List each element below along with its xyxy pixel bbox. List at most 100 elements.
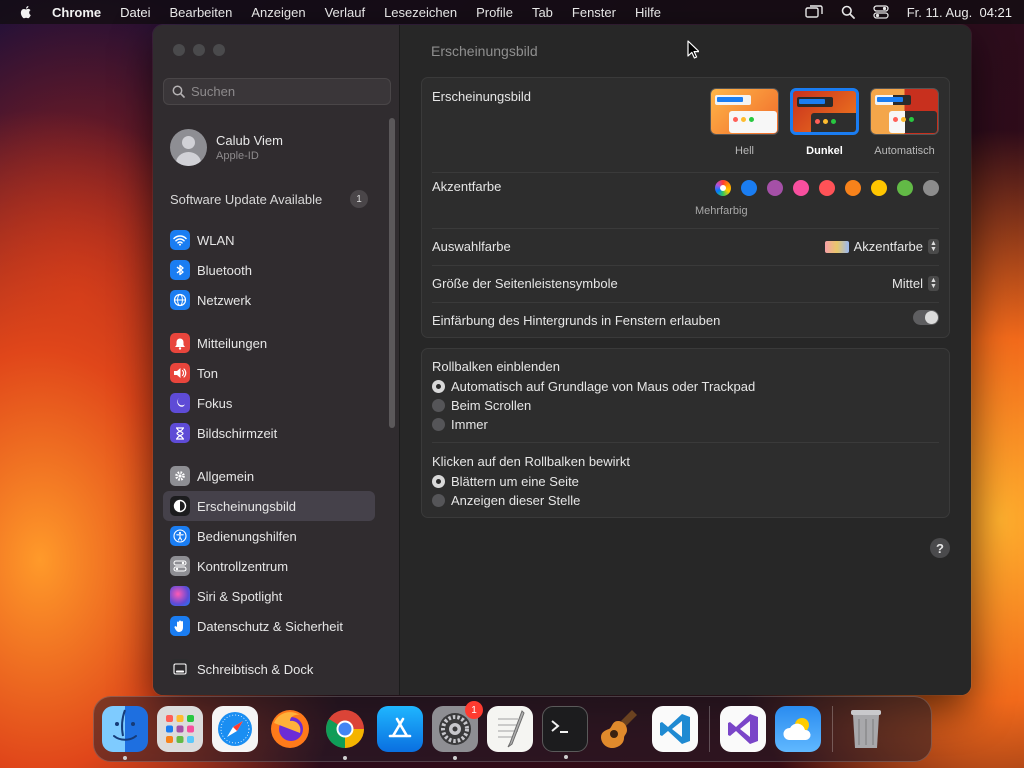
- zoom-button[interactable]: [213, 44, 225, 56]
- globe-icon: [170, 290, 190, 310]
- accent-orange[interactable]: [845, 180, 861, 196]
- sidebar-item-bildschirmzeit[interactable]: Bildschirmzeit: [163, 418, 375, 448]
- system-settings-badge: 1: [465, 701, 483, 719]
- sidebar-item-label: Kontrollzentrum: [197, 558, 289, 574]
- app-store-icon[interactable]: [377, 706, 423, 752]
- wallpaper-tinting-label: Einfärbung des Hintergrunds in Fenstern …: [432, 313, 721, 328]
- sidebar-item-bluetooth[interactable]: Bluetooth: [163, 255, 375, 285]
- dock: 1: [93, 696, 932, 762]
- scroll-click-option-page[interactable]: Blättern um eine Seite: [432, 472, 939, 491]
- scroll-click-option-spot[interactable]: Anzeigen dieser Stelle: [432, 491, 939, 510]
- garageband-icon[interactable]: [597, 706, 643, 752]
- appearance-settings-group: Erscheinungsbild Hell Dunkel Automatisch…: [421, 77, 950, 338]
- wallpaper-tinting-toggle[interactable]: [913, 310, 939, 325]
- appearance-option-dark[interactable]: Dunkel: [790, 88, 859, 157]
- scrollbar-option-always[interactable]: Immer: [432, 415, 939, 434]
- accent-green[interactable]: [897, 180, 913, 196]
- accent-purple[interactable]: [767, 180, 783, 196]
- radio-unselected: [432, 399, 445, 412]
- sidebar-icon-size-popup[interactable]: Mittel ▲ ▼: [892, 276, 939, 291]
- sidebar-item-allgemein[interactable]: Allgemein: [163, 461, 375, 491]
- sidebar-item-label: Datenschutz & Sicherheit: [197, 618, 343, 634]
- sidebar-item-netzwerk[interactable]: Netzwerk: [163, 285, 375, 315]
- menu-verlauf[interactable]: Verlauf: [325, 5, 365, 20]
- sidebar-item-wlan[interactable]: WLAN: [163, 225, 375, 255]
- profile-name: Calub Viem: [216, 133, 283, 148]
- menu-profile[interactable]: Profile: [476, 5, 513, 20]
- sidebar-item-kontrollzentrum[interactable]: Kontrollzentrum: [163, 551, 375, 581]
- show-scrollbars-label: Rollbalken einblenden: [432, 359, 560, 374]
- light-mode-preview: [710, 88, 779, 135]
- close-button[interactable]: [173, 44, 185, 56]
- trash-icon[interactable]: [843, 706, 889, 752]
- chrome-icon[interactable]: [322, 706, 368, 760]
- sidebar-item-label: Mitteilungen: [197, 335, 268, 351]
- menubar: Chrome Datei Bearbeiten Anzeigen Verlauf…: [0, 0, 1024, 24]
- sidebar-item-label: Ton: [197, 365, 218, 381]
- bell-icon: [170, 333, 190, 353]
- menu-datei[interactable]: Datei: [120, 5, 150, 20]
- accent-yellow[interactable]: [871, 180, 887, 196]
- update-count-badge: 1: [350, 190, 368, 208]
- spotlight-search-icon[interactable]: [841, 5, 855, 19]
- search-icon: [172, 85, 185, 98]
- vscode-icon[interactable]: [652, 706, 698, 752]
- accent-pink[interactable]: [793, 180, 809, 196]
- software-update-item[interactable]: Software Update Available 1: [170, 190, 368, 208]
- menu-hilfe[interactable]: Hilfe: [635, 5, 661, 20]
- scrollbar-option-automatic[interactable]: Automatisch auf Grundlage von Maus oder …: [432, 377, 939, 396]
- sidebar-item-label: Fokus: [197, 395, 233, 411]
- textedit-icon[interactable]: [487, 706, 533, 752]
- weather-icon[interactable]: [775, 706, 821, 752]
- menubar-clock[interactable]: Fr. 11. Aug. 04:21: [907, 5, 1012, 20]
- menu-lesezeichen[interactable]: Lesezeichen: [384, 5, 457, 20]
- control-center-icon[interactable]: [873, 5, 889, 19]
- visual-studio-icon[interactable]: [720, 706, 766, 752]
- sidebar-item-bedienungshilfen[interactable]: Bedienungshilfen: [163, 521, 375, 551]
- minimize-button[interactable]: [193, 44, 205, 56]
- radio-selected: [432, 380, 445, 393]
- accent-blue[interactable]: [741, 180, 757, 196]
- system-settings-icon[interactable]: 1: [432, 701, 483, 760]
- highlight-color-popup[interactable]: Akzentfarbe ▲ ▼: [824, 239, 939, 254]
- accent-graphite[interactable]: [923, 180, 939, 196]
- show-scrollbars-section: Rollbalken einblenden Automatisch auf Gr…: [432, 359, 939, 434]
- accent-red[interactable]: [819, 180, 835, 196]
- screen-mirroring-icon[interactable]: [805, 5, 823, 19]
- sidebar-item-mitteilungen[interactable]: Mitteilungen: [163, 328, 375, 358]
- sidebar-item-ton[interactable]: Ton: [163, 358, 375, 388]
- scrollbar-option-when-scrolling[interactable]: Beim Scrollen: [432, 396, 939, 415]
- appearance-option-auto[interactable]: Automatisch: [870, 88, 939, 157]
- sidebar-item-datenschutz[interactable]: Datenschutz & Sicherheit: [163, 611, 375, 641]
- menu-tab[interactable]: Tab: [532, 5, 553, 20]
- terminal-icon[interactable]: [542, 706, 588, 759]
- menu-bearbeiten[interactable]: Bearbeiten: [169, 5, 232, 20]
- appearance-option-light[interactable]: Hell: [710, 88, 779, 157]
- radio-selected: [432, 475, 445, 488]
- menu-anzeigen[interactable]: Anzeigen: [251, 5, 305, 20]
- sidebar-item-schreibtisch-dock[interactable]: Schreibtisch & Dock: [163, 654, 375, 684]
- page-title: Erscheinungsbild: [431, 43, 538, 59]
- accent-multicolor[interactable]: [715, 180, 731, 196]
- launchpad-icon[interactable]: [157, 706, 203, 752]
- menu-fenster[interactable]: Fenster: [572, 5, 616, 20]
- sidebar-scrollbar[interactable]: [389, 118, 395, 428]
- sidebar-scrollbar-thumb[interactable]: [389, 118, 395, 428]
- help-button[interactable]: ?: [930, 538, 950, 558]
- safari-icon[interactable]: [212, 706, 258, 752]
- search-field[interactable]: Suchen: [163, 78, 391, 105]
- sidebar-item-label: Siri & Spotlight: [197, 588, 283, 604]
- sidebar-item-fokus[interactable]: Fokus: [163, 388, 375, 418]
- finder-icon[interactable]: [102, 706, 148, 760]
- gear-icon: [170, 466, 190, 486]
- system-settings-window: Suchen Calub Viem Apple-ID Software Upda…: [153, 25, 971, 695]
- firefox-icon[interactable]: [267, 706, 313, 752]
- radio-label: Anzeigen dieser Stelle: [451, 493, 581, 508]
- sidebar-item-erscheinungsbild[interactable]: Erscheinungsbild: [163, 491, 375, 521]
- apple-id-profile[interactable]: Calub Viem Apple-ID: [170, 129, 283, 166]
- apple-logo-icon[interactable]: [18, 4, 34, 20]
- dock-separator: [709, 706, 710, 752]
- menu-app-name[interactable]: Chrome: [52, 5, 101, 20]
- sidebar-item-siri-spotlight[interactable]: Siri & Spotlight: [163, 581, 375, 611]
- radio-label: Automatisch auf Grundlage von Maus oder …: [451, 379, 756, 394]
